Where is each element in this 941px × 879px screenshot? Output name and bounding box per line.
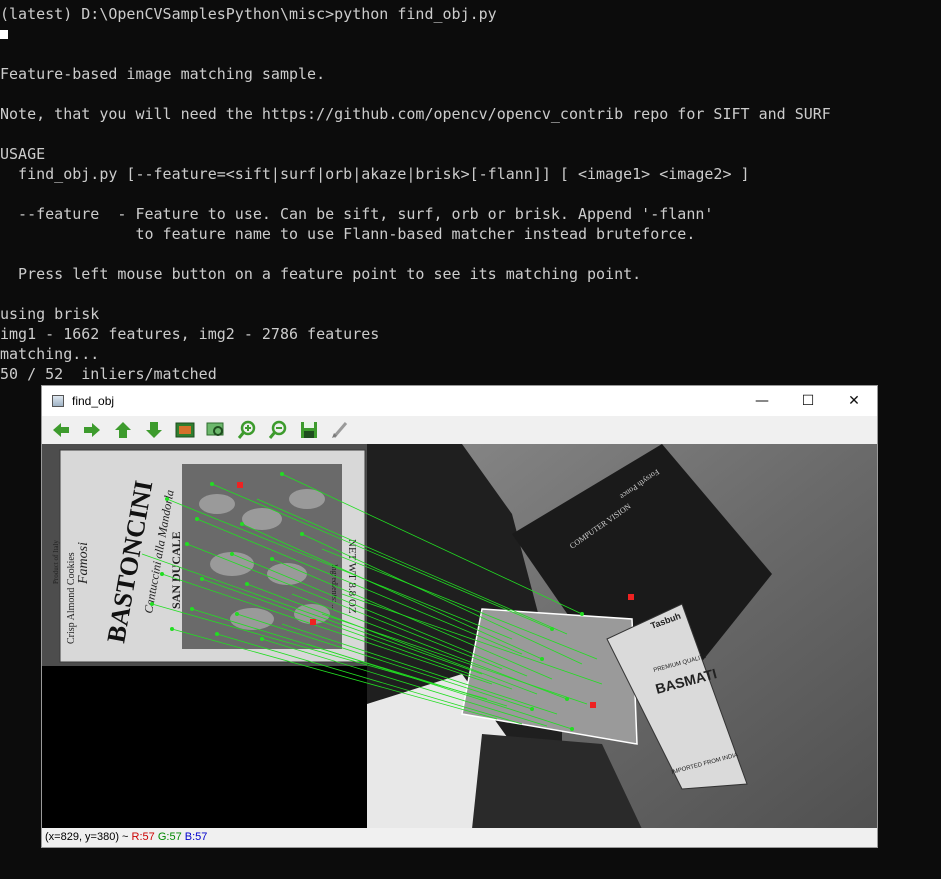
matches-canvas: Crisp Almond Cookies Product of Italy Fa… (42, 444, 877, 829)
console-cursor-line (0, 24, 941, 44)
console-line: to feature name to use Flann-based match… (0, 225, 696, 243)
box1-text-5: SAN DUCALE (169, 531, 183, 609)
status-g: G:57 (157, 831, 182, 843)
pan-down-button[interactable] (141, 418, 167, 442)
box1-text-2: Famosi (76, 542, 91, 585)
status-r: R:57 (131, 831, 155, 843)
properties-button[interactable] (327, 418, 353, 442)
properties-icon (332, 422, 348, 438)
box1-text-6: NET WT 8.8 OZ (346, 539, 358, 614)
box1-text-1: Product of Italy (52, 540, 60, 584)
zoom-in-icon (237, 420, 256, 439)
pan-left-button[interactable] (48, 418, 74, 442)
zoom-fit-button[interactable] (172, 418, 198, 442)
matches-image[interactable]: Crisp Almond Cookies Product of Italy Fa… (42, 444, 877, 829)
console-line: --feature - Feature to use. Can be sift,… (0, 205, 714, 223)
console-line: Note, that you will need the https://git… (0, 105, 831, 123)
minimize-button[interactable]: — (739, 386, 785, 416)
console-line: Press left mouse button on a feature poi… (0, 265, 642, 283)
find-obj-window[interactable]: find_obj — ☐ ✕ Crisp Almond Cookies Prod… (41, 385, 878, 848)
title-bar[interactable]: find_obj — ☐ ✕ (42, 386, 877, 416)
zoom-rect-icon (206, 422, 224, 436)
console-line: find_obj.py [--feature=<sift|surf|orb|ak… (0, 165, 750, 183)
console-line: matching... (0, 345, 100, 363)
text-cursor (0, 30, 8, 39)
console-line: (latest) D:\OpenCVSamplesPython\misc>pyt… (0, 5, 497, 23)
arrow-left-icon (53, 423, 69, 437)
console-line: USAGE (0, 145, 46, 163)
console-output: (latest) D:\OpenCVSamplesPython\misc>pyt… (0, 0, 941, 384)
zoom-out-icon (268, 420, 287, 439)
status-b: B:57 (184, 831, 208, 843)
status-bar: (x=829, y=380) ~ R:57 G:57 B:57 (42, 828, 877, 847)
save-image-button[interactable] (296, 418, 322, 442)
arrow-right-icon (84, 423, 100, 437)
pan-up-button[interactable] (110, 418, 136, 442)
console-line: img1 - 1662 features, img2 - 2786 featur… (0, 325, 380, 343)
toolbar (42, 416, 877, 444)
window-title: find_obj (72, 394, 115, 408)
arrow-down-icon (146, 422, 162, 438)
arrow-up-icon (115, 422, 131, 438)
status-coords: (x=829, y=380) ~ (45, 831, 132, 843)
fit-image-icon (175, 422, 195, 438)
console-line: Feature-based image matching sample. (0, 65, 326, 83)
console-line: 50 / 52 inliers/matched (0, 365, 217, 383)
zoom-rect-button[interactable] (203, 418, 229, 442)
zoom-in-button[interactable] (234, 418, 260, 442)
close-button[interactable]: ✕ (831, 386, 877, 416)
maximize-button[interactable]: ☐ (785, 386, 831, 416)
console-line: using brisk (0, 305, 100, 323)
window-app-icon (52, 395, 64, 407)
zoom-out-button[interactable] (265, 418, 291, 442)
save-icon (301, 422, 317, 438)
pan-right-button[interactable] (79, 418, 105, 442)
